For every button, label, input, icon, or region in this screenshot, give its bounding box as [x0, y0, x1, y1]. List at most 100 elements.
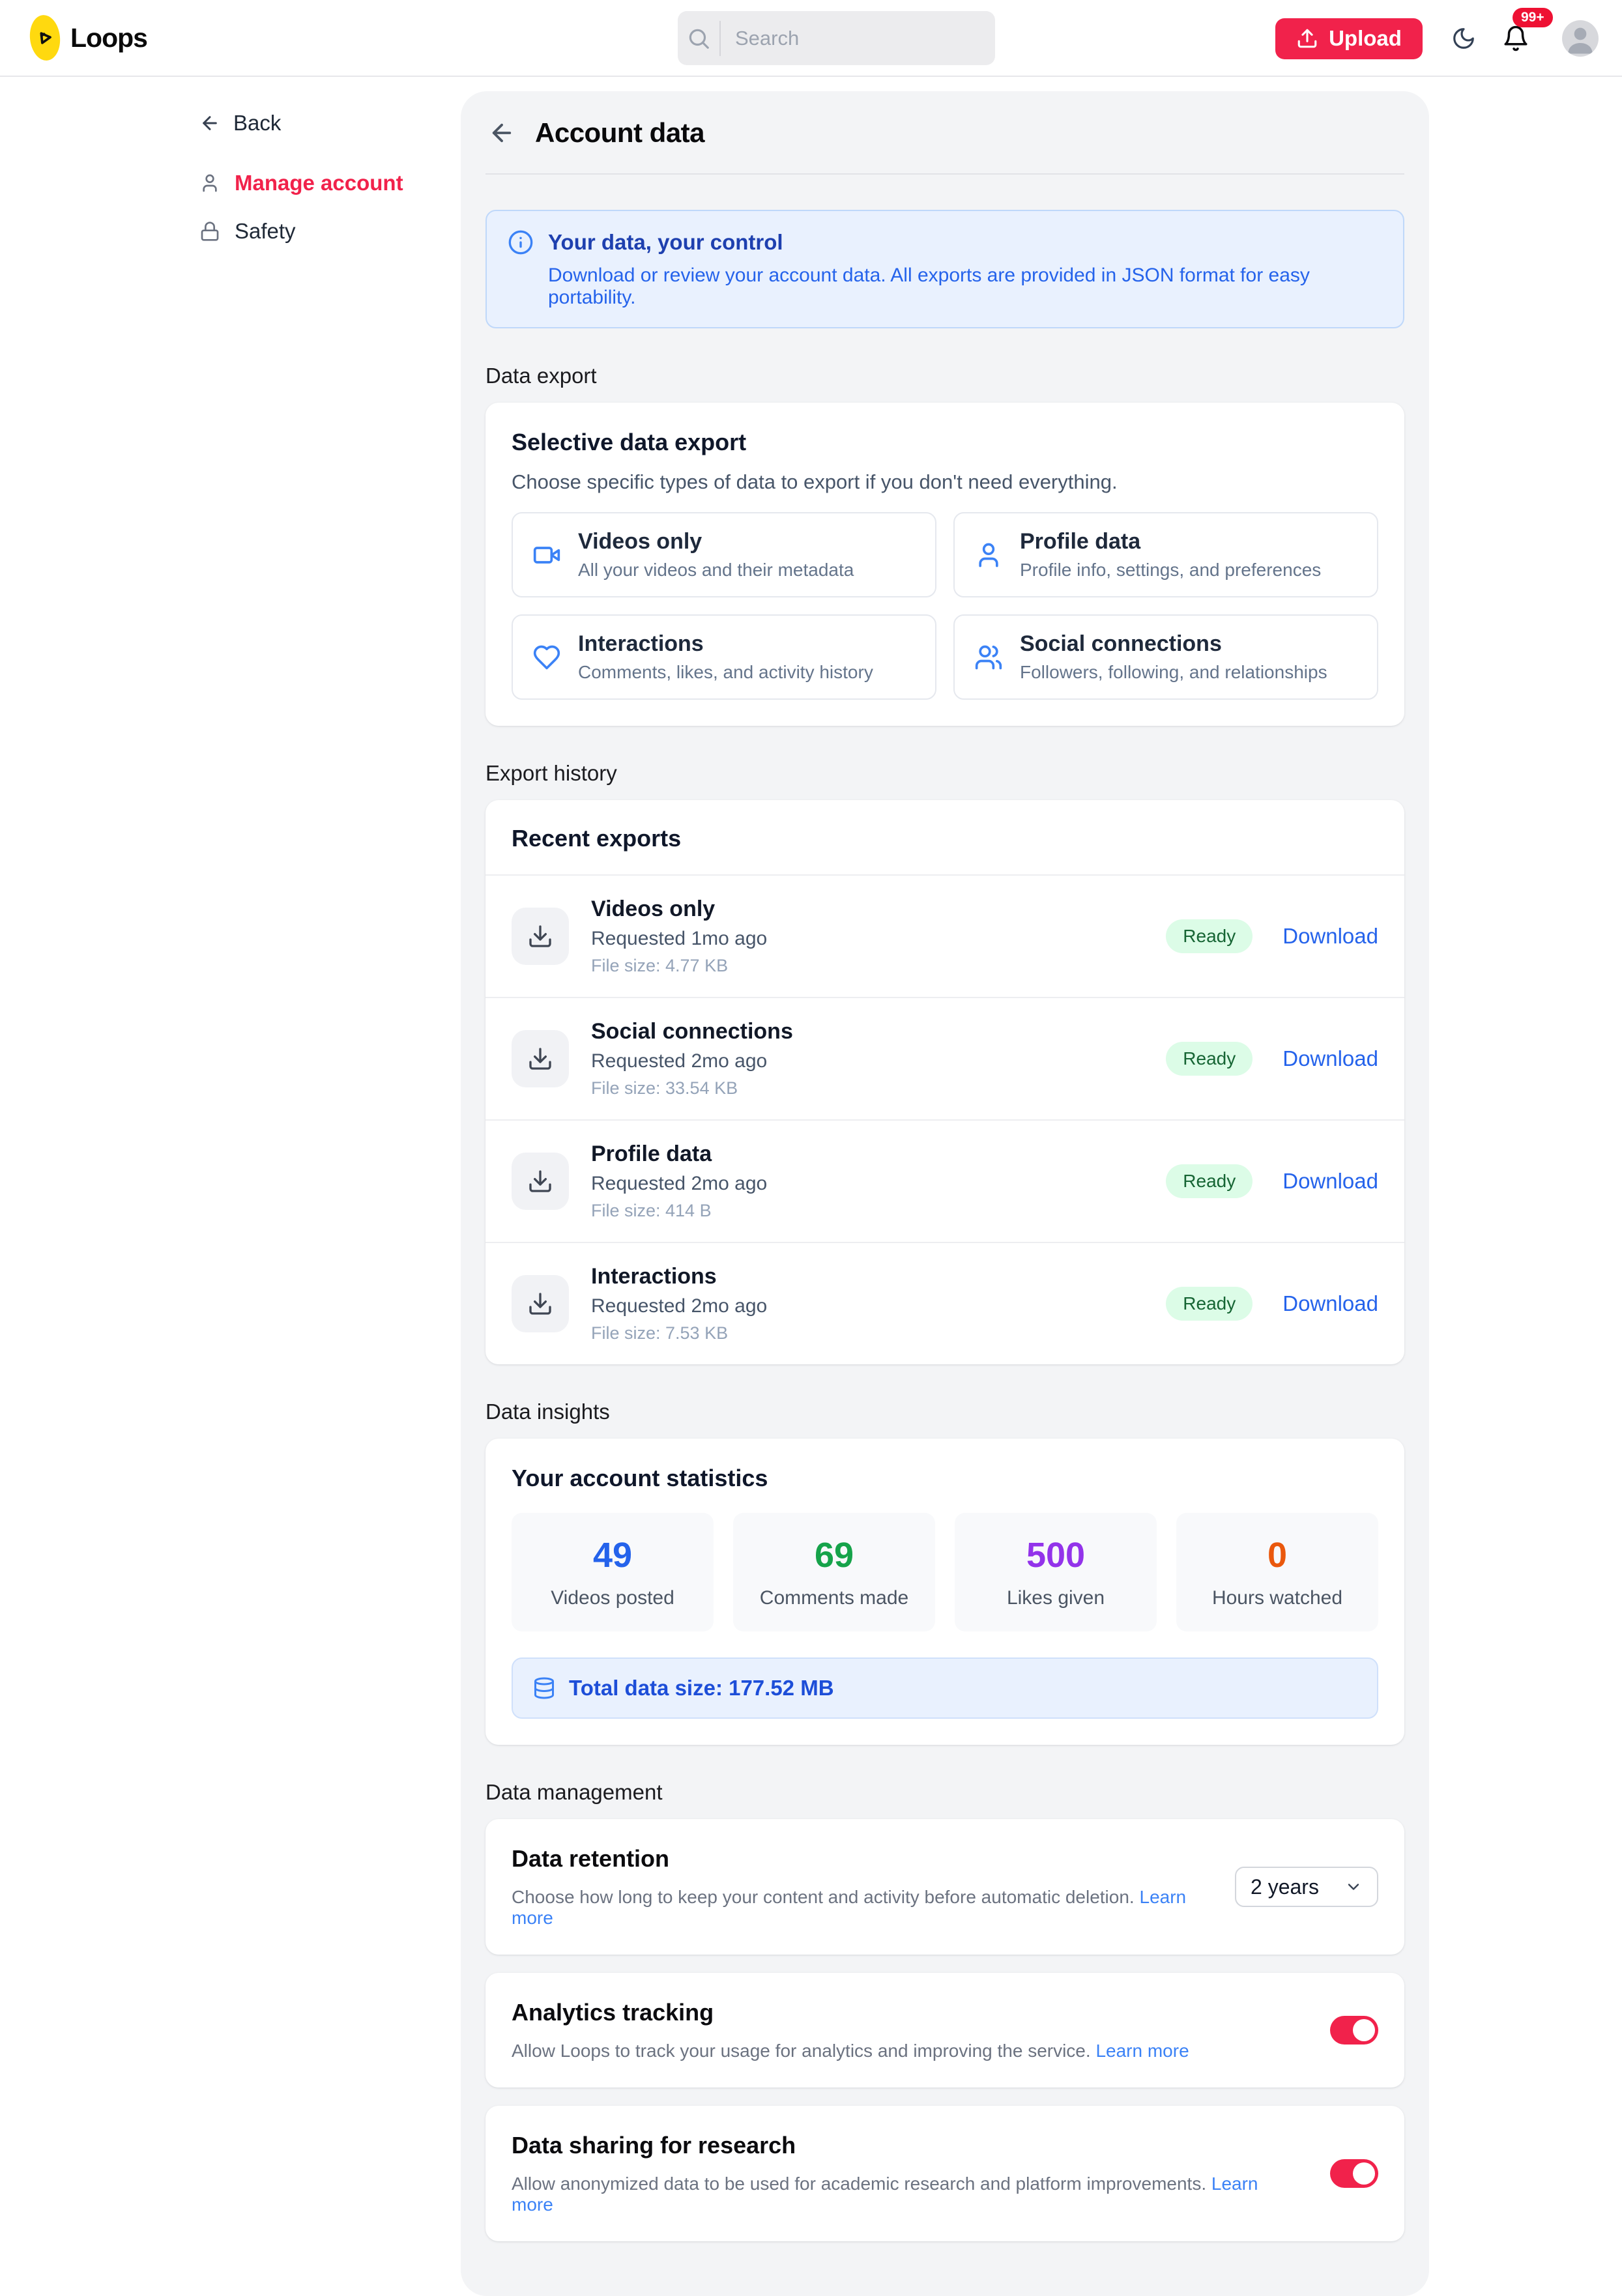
recent-exports-card: Recent exports Videos only Requested 1mo…	[485, 800, 1404, 1364]
export-option-videos-only[interactable]: Videos only All your videos and their me…	[512, 512, 936, 597]
settings-sidebar: Back Manage account Safety	[0, 77, 461, 265]
avatar[interactable]	[1562, 20, 1599, 57]
export-requested: Requested 2mo ago	[591, 1173, 767, 1195]
database-icon	[532, 1676, 556, 1700]
upload-button[interactable]: Upload	[1275, 18, 1423, 59]
export-title: Interactions	[591, 1264, 767, 1289]
sidebar-item-manage-account[interactable]: Manage account	[199, 168, 461, 198]
upload-label: Upload	[1329, 26, 1402, 51]
lock-icon	[199, 221, 220, 242]
download-box-icon	[512, 1030, 569, 1087]
info-banner-description: Download or review your account data. Al…	[548, 265, 1382, 309]
page-back-button[interactable]	[488, 119, 515, 147]
option-title: Profile data	[1020, 529, 1321, 554]
setting-title: Data sharing for research	[512, 2132, 1291, 2159]
export-filesize: File size: 414 B	[591, 1201, 767, 1221]
option-title: Interactions	[578, 631, 873, 657]
dark-mode-toggle-icon[interactable]	[1451, 26, 1476, 51]
search-input[interactable]	[721, 27, 995, 50]
search-bar[interactable]	[678, 11, 995, 65]
export-option-social-connections[interactable]: Social connections Followers, following,…	[953, 614, 1378, 700]
total-data-size-text: Total data size: 177.52 MB	[569, 1676, 834, 1700]
card-title: Recent exports	[512, 825, 1378, 852]
option-title: Social connections	[1020, 631, 1327, 657]
stat-label: Videos posted	[518, 1587, 707, 1609]
info-icon	[508, 229, 534, 255]
export-option-interactions[interactable]: Interactions Comments, likes, and activi…	[512, 614, 936, 700]
notifications-button[interactable]: 99+	[1502, 25, 1529, 52]
search-icon	[678, 26, 719, 51]
option-description: Followers, following, and relationships	[1020, 662, 1327, 683]
card-title: Your account statistics	[512, 1465, 1378, 1492]
brand-name: Loops	[70, 23, 147, 53]
stat-videos-posted: 49 Videos posted	[512, 1513, 714, 1631]
data-retention-card: Data retention Choose how long to keep y…	[485, 1819, 1404, 1955]
stat-value: 500	[961, 1535, 1150, 1575]
setting-description-text: Choose how long to keep your content and…	[512, 1887, 1135, 1907]
learn-more-link[interactable]: Learn more	[1095, 2041, 1189, 2061]
research-toggle[interactable]	[1330, 2159, 1378, 2188]
divider	[485, 173, 1404, 175]
download-box-icon	[512, 908, 569, 965]
sidebar-item-label: Manage account	[235, 171, 403, 195]
user-icon	[199, 173, 220, 194]
analytics-tracking-card: Analytics tracking Allow Loops to track …	[485, 1973, 1404, 2088]
loops-play-icon	[27, 14, 62, 62]
chevron-down-icon	[1344, 1878, 1363, 1896]
download-box-icon	[512, 1275, 569, 1332]
export-filesize: File size: 7.53 KB	[591, 1323, 767, 1343]
option-title: Videos only	[578, 529, 854, 554]
status-badge: Ready	[1166, 1042, 1253, 1076]
download-link[interactable]: Download	[1282, 1291, 1378, 1316]
loops-logo[interactable]: Loops	[30, 15, 147, 61]
download-box-icon	[512, 1153, 569, 1210]
export-row: Videos only Requested 1mo ago File size:…	[485, 874, 1404, 997]
setting-description: Choose how long to keep your content and…	[512, 1887, 1196, 1929]
notification-badge: 99+	[1513, 8, 1553, 27]
export-option-profile-data[interactable]: Profile data Profile info, settings, and…	[953, 512, 1378, 597]
option-description: Profile info, settings, and preferences	[1020, 560, 1321, 581]
sidebar-item-label: Safety	[235, 219, 296, 244]
account-data-panel: Account data Your data, your control Dow…	[461, 91, 1429, 2296]
status-badge: Ready	[1166, 1164, 1253, 1198]
total-data-size-banner: Total data size: 177.52 MB	[512, 1657, 1378, 1719]
download-link[interactable]: Download	[1282, 924, 1378, 949]
stat-comments-made: 69 Comments made	[733, 1513, 935, 1631]
export-title: Social connections	[591, 1019, 793, 1044]
section-label-data-management: Data management	[485, 1780, 1404, 1805]
export-row: Social connections Requested 2mo ago Fil…	[485, 997, 1404, 1119]
export-requested: Requested 2mo ago	[591, 1295, 767, 1317]
setting-description-text: Allow Loops to track your usage for anal…	[512, 2041, 1091, 2061]
sidebar-back-button[interactable]: Back	[199, 111, 461, 136]
upload-icon	[1296, 27, 1318, 50]
video-icon	[532, 541, 561, 569]
section-label-data-export: Data export	[485, 364, 1404, 388]
analytics-toggle[interactable]	[1330, 2016, 1378, 2045]
option-description: Comments, likes, and activity history	[578, 662, 873, 683]
header-actions: Upload 99+	[1275, 0, 1599, 77]
setting-description-text: Allow anonymized data to be used for aca…	[512, 2174, 1206, 2194]
arrow-left-icon	[488, 119, 515, 147]
stat-value: 0	[1183, 1535, 1372, 1575]
stat-value: 49	[518, 1535, 707, 1575]
download-link[interactable]: Download	[1282, 1046, 1378, 1071]
card-description: Choose specific types of data to export …	[512, 470, 1378, 494]
arrow-left-icon	[199, 113, 220, 134]
retention-select[interactable]: 2 years	[1235, 1867, 1378, 1907]
users-icon	[974, 643, 1003, 672]
data-sharing-card: Data sharing for research Allow anonymiz…	[485, 2106, 1404, 2241]
sidebar-item-safety[interactable]: Safety	[199, 216, 461, 246]
retention-select-value: 2 years	[1251, 1875, 1319, 1899]
export-filesize: File size: 33.54 KB	[591, 1078, 793, 1098]
export-title: Videos only	[591, 897, 767, 922]
stat-value: 69	[740, 1535, 929, 1575]
selective-export-card: Selective data export Choose specific ty…	[485, 403, 1404, 726]
export-requested: Requested 2mo ago	[591, 1050, 793, 1072]
download-link[interactable]: Download	[1282, 1169, 1378, 1194]
back-label: Back	[233, 111, 281, 136]
setting-description: Allow anonymized data to be used for aca…	[512, 2174, 1291, 2215]
account-statistics-card: Your account statistics 49 Videos posted…	[485, 1439, 1404, 1745]
export-title: Profile data	[591, 1141, 767, 1167]
stat-label: Comments made	[740, 1587, 929, 1609]
sidebar-nav: Manage account Safety	[199, 168, 461, 246]
